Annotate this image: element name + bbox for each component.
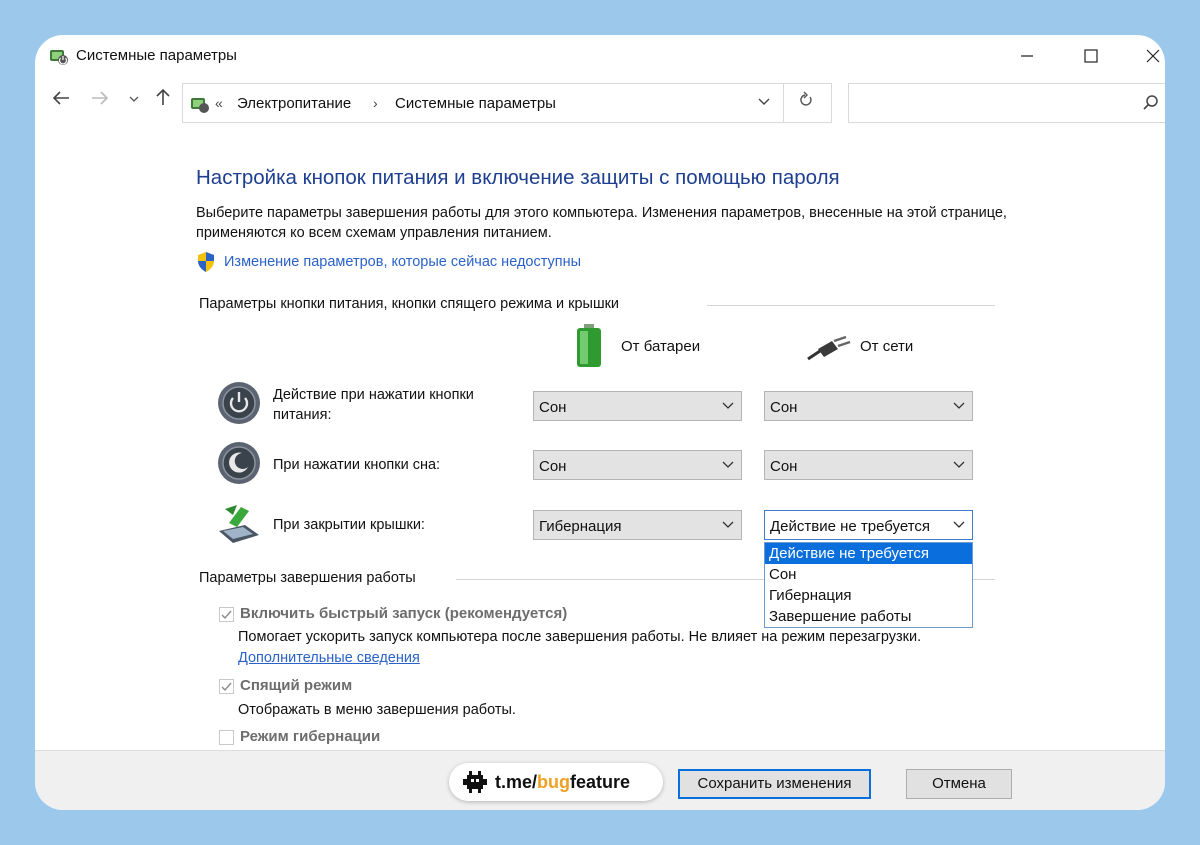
bug-icon [463, 771, 487, 793]
dropdown-option-no-action[interactable]: Действие не требуется [765, 543, 972, 564]
window-title: Системные параметры [76, 47, 237, 64]
fast-startup-description: Помогает ускорить запуск компьютера посл… [238, 627, 958, 669]
chevron-down-icon [953, 461, 965, 468]
section-divider [973, 579, 995, 580]
dropdown-option-hibernate[interactable]: Гибернация [765, 585, 972, 606]
power-button-ac-select[interactable]: Сон [764, 391, 973, 421]
chevron-down-icon [953, 402, 965, 409]
save-changes-button[interactable]: Сохранить изменения [678, 769, 871, 799]
watermark-highlight: bug [537, 772, 571, 792]
fast-startup-desc-text: Помогает ускорить запуск компьютера посл… [238, 629, 922, 645]
change-unavailable-settings-link[interactable]: Изменение параметров, которые сейчас нед… [224, 254, 581, 270]
hibernate-label: Режим гибернации [240, 728, 381, 745]
breadcrumb-power[interactable]: Электропитание [237, 95, 351, 112]
uac-shield-icon [198, 252, 214, 272]
sleep-button-ac-select[interactable]: Сон [764, 450, 973, 480]
power-options-icon [191, 98, 209, 113]
select-value: Сон [770, 458, 798, 475]
up-arrow-icon[interactable] [155, 87, 171, 107]
select-value: Действие не требуется [770, 518, 931, 535]
search-icon[interactable] [1141, 93, 1161, 113]
on-battery-header: От батареи [621, 338, 701, 355]
maximize-icon [1084, 49, 1098, 63]
laptop-lid-icon [219, 505, 259, 543]
cancel-button[interactable]: Отмена [906, 769, 1012, 799]
select-value: Сон [539, 399, 567, 416]
maximize-button[interactable] [1068, 35, 1114, 77]
watermark-prefix: t.me/ [495, 772, 538, 792]
more-info-link[interactable]: Дополнительные сведения [238, 650, 420, 666]
dropdown-option-shutdown[interactable]: Завершение работы [765, 606, 972, 627]
divider [783, 84, 784, 122]
control-panel-window: Системные параметры « Электропитание › С… [35, 35, 1165, 810]
power-plug-icon [807, 335, 851, 361]
back-arrow-icon[interactable] [51, 90, 71, 106]
sleep-description: Отображать в меню завершения работы. [238, 702, 516, 718]
forward-arrow-icon[interactable] [90, 90, 110, 106]
buttons-section-title: Параметры кнопки питания, кнопки спящего… [199, 296, 620, 312]
watermark-text: t.me/bugfeature [495, 772, 630, 793]
lid-close-action-label: При закрытии крышки: [273, 517, 425, 533]
fast-startup-label: Включить быстрый запуск (рекомендуется) [240, 605, 568, 622]
address-bar[interactable]: « Электропитание › Системные параметры [182, 83, 832, 123]
battery-icon [577, 324, 601, 367]
power-button-icon [218, 382, 260, 424]
breadcrumb-separator: › [373, 95, 378, 111]
close-icon [1146, 49, 1160, 63]
shutdown-section-title: Параметры завершения работы [199, 570, 416, 586]
sleep-button-action-label: При нажатии кнопки сна: [273, 457, 441, 473]
plugged-in-header: От сети [860, 338, 914, 355]
page-description: Выберите параметры завершения работы для… [196, 205, 1007, 241]
select-value: Сон [770, 399, 798, 416]
recent-locations-chevron-icon[interactable] [128, 95, 140, 103]
close-button[interactable] [1130, 35, 1165, 77]
lid-close-ac-dropdown-list: Действие не требуется Сон Гибернация Зав… [764, 542, 973, 628]
refresh-icon[interactable] [798, 91, 814, 109]
sleep-label: Спящий режим [240, 677, 353, 694]
minimize-button[interactable] [1004, 35, 1050, 77]
chevron-down-icon[interactable] [757, 94, 771, 108]
title-bar: Системные параметры [35, 35, 1165, 77]
search-box[interactable] [848, 83, 1165, 123]
sleep-button-icon [218, 442, 260, 484]
chevron-down-icon [722, 402, 734, 409]
lid-close-ac-select[interactable]: Действие не требуется [764, 510, 973, 540]
select-value: Гибернация [539, 518, 622, 535]
power-button-battery-select[interactable]: Сон [533, 391, 742, 421]
watermark-badge: t.me/bugfeature [449, 763, 663, 801]
section-divider [707, 305, 995, 306]
power-button-action-label: Действие при нажатии кнопки питания: [273, 387, 474, 423]
power-options-icon [50, 50, 68, 65]
checkmark-icon [221, 682, 232, 692]
checkmark-icon [221, 610, 232, 620]
sleep-button-battery-select[interactable]: Сон [533, 450, 742, 480]
hibernate-checkbox[interactable] [219, 730, 234, 745]
dropdown-option-sleep[interactable]: Сон [765, 564, 972, 585]
chevron-down-icon [722, 461, 734, 468]
breadcrumb-overflow[interactable]: « [215, 95, 223, 111]
minimize-icon [1021, 55, 1033, 57]
breadcrumb-system-settings[interactable]: Системные параметры [395, 95, 556, 112]
sleep-checkbox[interactable] [219, 679, 234, 694]
lid-close-battery-select[interactable]: Гибернация [533, 510, 742, 540]
page-title: Настройка кнопок питания и включение защ… [196, 166, 840, 189]
fast-startup-checkbox[interactable] [219, 607, 234, 622]
chevron-down-icon [953, 521, 965, 528]
select-value: Сон [539, 458, 567, 475]
section-divider [456, 579, 764, 580]
watermark-suffix: feature [570, 772, 631, 792]
chevron-down-icon [722, 521, 734, 528]
